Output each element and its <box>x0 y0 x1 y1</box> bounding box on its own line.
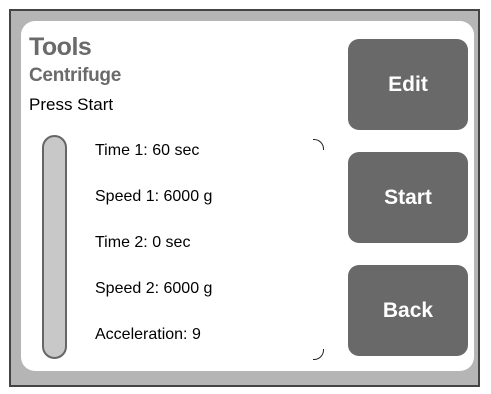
list-item-time-1: Time 1: 60 sec <box>95 142 200 159</box>
back-button[interactable]: Back <box>348 265 468 356</box>
page-title: Tools <box>29 33 92 61</box>
status-message: Press Start <box>29 95 114 114</box>
list-scrollbar[interactable] <box>42 135 67 359</box>
page-subtitle: Centrifuge <box>29 65 122 86</box>
list-item-time-2: Time 2: 0 sec <box>95 234 191 251</box>
list-item-speed-1: Speed 1: 6000 g <box>95 188 213 205</box>
start-button[interactable]: Start <box>348 152 468 243</box>
edit-button[interactable]: Edit <box>348 39 468 130</box>
parameter-list: Time 1: 60 sec Speed 1: 6000 g Time 2: 0… <box>95 141 315 371</box>
device-frame: Tools Centrifuge Press Start Time 1: 60 … <box>9 9 480 387</box>
list-item-speed-2: Speed 2: 6000 g <box>95 280 213 297</box>
list-item-acceleration: Acceleration: 9 <box>95 326 201 343</box>
